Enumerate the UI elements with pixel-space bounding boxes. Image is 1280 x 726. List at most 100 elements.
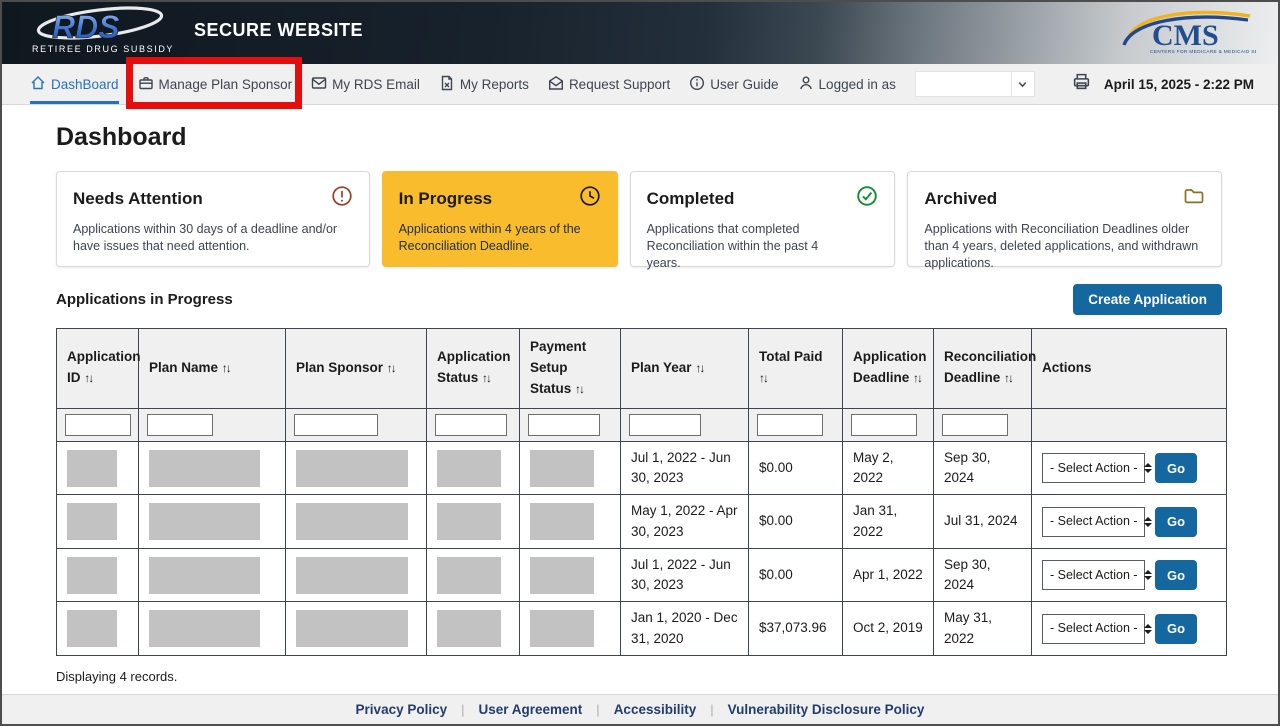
table-filter-row (57, 408, 1227, 441)
column-header-plan-sponsor[interactable]: Plan Sponsor ↑↓ (286, 329, 427, 409)
sort-icon[interactable]: ↑↓ (759, 371, 767, 385)
select-action-dropdown[interactable]: - Select Action - (1042, 560, 1145, 590)
redacted-plan-sponsor (296, 610, 408, 647)
column-header-plan-year[interactable]: Plan Year ↑↓ (621, 329, 749, 409)
redacted-application-id (67, 557, 117, 594)
column-header-application-status[interactable]: Application Status ↑↓ (427, 329, 520, 409)
go-button[interactable]: Go (1155, 614, 1197, 644)
redacted-application-status (437, 610, 501, 647)
create-application-button[interactable]: Create Application (1073, 284, 1222, 315)
sort-icon[interactable]: ↑↓ (1004, 371, 1012, 385)
redacted-plan-sponsor (296, 503, 408, 540)
card-archived[interactable]: Archived Applications with Reconciliatio… (907, 171, 1222, 267)
select-action-dropdown[interactable]: - Select Action - (1042, 507, 1145, 537)
logged-in-user-value-redacted (915, 71, 1011, 97)
redacted-payment-setup-status (530, 503, 594, 540)
go-button[interactable]: Go (1155, 507, 1197, 537)
sort-icon[interactable]: ↑↓ (695, 361, 703, 375)
sort-icon[interactable]: ↑↓ (222, 361, 230, 375)
reconciliation-deadline-cell: Sep 30, 2024 (934, 441, 1032, 495)
logged-in-user-dropdown[interactable] (915, 70, 1035, 98)
nav-item-label: DashBoard (51, 77, 119, 92)
person-icon (798, 75, 814, 94)
filter-total-paid-input[interactable] (757, 414, 823, 436)
filter-plan-sponsor-input[interactable] (294, 414, 378, 436)
clock-icon (579, 185, 601, 212)
nav-item-logged-in-as[interactable]: Logged in as (798, 64, 896, 104)
card-needs-attention[interactable]: Needs Attention Applications within 30 d… (56, 171, 370, 267)
sort-icon[interactable]: ↑↓ (482, 371, 490, 385)
footer-link-accessibility[interactable]: Accessibility (614, 702, 697, 717)
redacted-plan-name (149, 610, 260, 647)
rds-logo: RDS RETIREE DRUG SUBSIDY (30, 6, 180, 61)
plan-year-cell: Jul 1, 2022 - Jun 30, 2023 (621, 441, 749, 495)
table-row: Jan 1, 2020 - Dec 31, 2020 $37,073.96 Oc… (57, 602, 1227, 656)
select-action-dropdown[interactable]: - Select Action - (1042, 614, 1145, 644)
nav-item-my-reports[interactable]: My Reports (439, 64, 529, 104)
total-paid-cell: $0.00 (749, 441, 843, 495)
nav-item-request-support[interactable]: Request Support (548, 64, 670, 104)
reconciliation-deadline-cell: Jul 31, 2024 (934, 495, 1032, 549)
info-circle-icon (689, 75, 705, 94)
redacted-plan-sponsor (296, 557, 408, 594)
page-title: Dashboard (56, 123, 1222, 152)
select-action-dropdown[interactable]: - Select Action - (1042, 453, 1145, 483)
rds-secure-website-window: RDS RETIREE DRUG SUBSIDY SECURE WEBSITE … (0, 0, 1280, 726)
redacted-application-id (67, 450, 117, 487)
card-description: Applications with Reconciliation Deadlin… (924, 221, 1205, 272)
filter-application-status-input[interactable] (435, 414, 507, 436)
filter-plan-year-input[interactable] (629, 414, 701, 436)
footer-link-user-agreement[interactable]: User Agreement (479, 702, 583, 717)
column-header-actions: Actions (1032, 329, 1227, 409)
go-button[interactable]: Go (1155, 453, 1197, 483)
redacted-application-id (67, 610, 117, 647)
card-completed[interactable]: Completed Applications that completed Re… (630, 171, 896, 267)
card-in-progress[interactable]: In Progress Applications within 4 years … (382, 171, 618, 267)
nav-item-my-rds-email[interactable]: My RDS Email (311, 64, 420, 104)
footer-link-vulnerability-disclosure-policy[interactable]: Vulnerability Disclosure Policy (728, 702, 925, 717)
nav-item-dashboard[interactable]: DashBoard (30, 64, 119, 104)
cms-logo-text: CMS (1152, 19, 1219, 52)
report-file-icon (439, 75, 455, 94)
sort-icon[interactable]: ↑↓ (575, 382, 583, 396)
redacted-plan-sponsor (296, 450, 408, 487)
column-header-plan-name[interactable]: Plan Name ↑↓ (139, 329, 286, 409)
select-spinner-icon (1144, 624, 1152, 634)
reconciliation-deadline-cell: May 31, 2022 (934, 602, 1032, 656)
redacted-payment-setup-status (530, 557, 594, 594)
sort-icon[interactable]: ↑↓ (387, 361, 395, 375)
column-header-application-deadline[interactable]: Application Deadline ↑↓ (843, 329, 934, 409)
alert-circle-icon (331, 185, 353, 212)
nav-item-manage-plan-sponsor[interactable]: Manage Plan Sponsor (138, 64, 293, 104)
printer-icon[interactable] (1072, 72, 1091, 96)
redacted-payment-setup-status (530, 450, 594, 487)
redacted-payment-setup-status (530, 610, 594, 647)
filter-reconciliation-deadline-input[interactable] (942, 414, 1008, 436)
sort-icon[interactable]: ↑↓ (84, 371, 92, 385)
go-button[interactable]: Go (1155, 560, 1197, 590)
column-header-application-id[interactable]: Application ID ↑↓ (57, 329, 139, 409)
redacted-plan-name (149, 503, 260, 540)
filter-application-id-input[interactable] (65, 414, 131, 436)
divider: | (596, 702, 599, 717)
plan-year-cell: May 1, 2022 - Apr 30, 2023 (621, 495, 749, 549)
column-header-total-paid[interactable]: Total Paid ↑↓ (749, 329, 843, 409)
total-paid-cell: $0.00 (749, 548, 843, 602)
filter-payment-setup-status-input[interactable] (528, 414, 600, 436)
application-deadline-cell: Jan 31, 2022 (843, 495, 934, 549)
plan-year-cell: Jul 1, 2022 - Jun 30, 2023 (621, 548, 749, 602)
redacted-application-id (67, 503, 117, 540)
reconciliation-deadline-cell: Sep 30, 2024 (934, 548, 1032, 602)
select-spinner-icon (1144, 570, 1152, 580)
column-header-payment-setup-status[interactable]: Payment Setup Status ↑↓ (520, 329, 621, 409)
filter-plan-name-input[interactable] (147, 414, 213, 436)
table-row: Jul 1, 2022 - Jun 30, 2023 $0.00 May 2, … (57, 441, 1227, 495)
column-header-reconciliation-deadline[interactable]: Reconciliation Deadline ↑↓ (934, 329, 1032, 409)
table-section-heading: Applications in Progress (56, 291, 233, 308)
envelope-open-icon (548, 75, 564, 94)
nav-item-user-guide[interactable]: User Guide (689, 64, 778, 104)
filter-application-deadline-input[interactable] (851, 414, 917, 436)
sort-icon[interactable]: ↑↓ (913, 371, 921, 385)
rds-logo-text: RDS (52, 9, 120, 45)
footer-link-privacy-policy[interactable]: Privacy Policy (356, 702, 448, 717)
